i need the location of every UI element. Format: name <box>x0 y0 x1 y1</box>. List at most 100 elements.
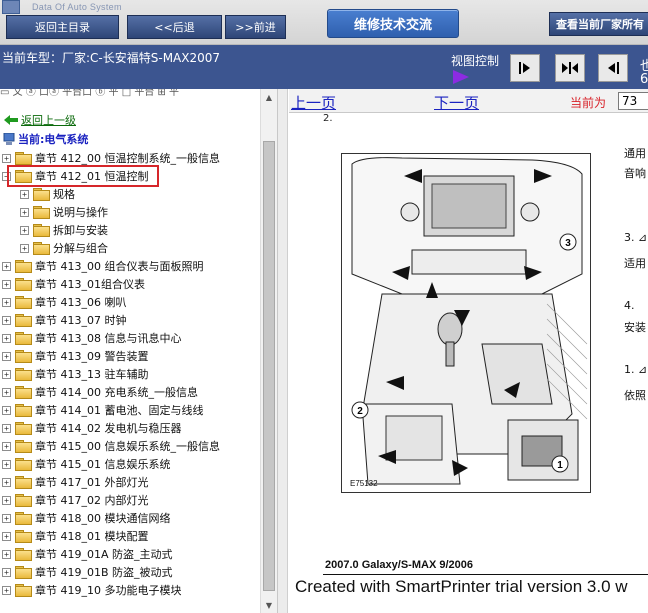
tree-item-chapter[interactable]: + 章节 413_07 时钟 <box>2 311 127 329</box>
back-one-level-link[interactable]: 返回上一级 <box>4 112 76 128</box>
tree-item-chapter[interactable]: + 章节 414_02 发电机与稳压器 <box>2 419 182 437</box>
dashboard-diagram: 3 2 1 E75132 <box>341 153 591 493</box>
expand-icon[interactable]: + <box>2 387 11 397</box>
view-left-button[interactable] <box>598 54 628 82</box>
view-extra-glyph-2: 6 <box>640 72 648 87</box>
tree-item-chapter[interactable]: + 章节 414_00 充电系统_一般信息 <box>2 383 198 401</box>
folder-icon <box>15 584 32 597</box>
tree-item-chapter[interactable]: + 章节 413_13 驻车辅助 <box>2 365 149 383</box>
folder-icon <box>15 368 32 381</box>
tree-item-chapter[interactable]: + 章节 413_06 喇叭 <box>2 293 127 311</box>
tree-item-subsection[interactable]: + 拆卸与安装 <box>20 221 108 239</box>
expand-icon[interactable]: + <box>2 423 11 433</box>
expand-icon[interactable]: + <box>20 207 29 217</box>
expand-icon[interactable]: + <box>2 441 11 451</box>
tree-item-chapter[interactable]: + 章节 418_01 模块配置 <box>2 527 149 545</box>
current-page-label: 当前为 <box>570 96 607 110</box>
expand-icon[interactable]: + <box>2 261 11 271</box>
tree-item-chapter[interactable]: + 章节 413_08 信息与讯息中心 <box>2 329 182 347</box>
folder-icon <box>15 296 32 309</box>
tree-item-chapter[interactable]: + 章节 413_01组合仪表 <box>2 275 145 293</box>
app-logo-icon <box>2 0 20 14</box>
tree-item-chapter[interactable]: + 章节 415_00 信息娱乐系统_一般信息 <box>2 437 220 455</box>
tree-item-subsection[interactable]: + 规格 <box>20 185 75 203</box>
scroll-down-icon[interactable]: ▼ <box>261 597 277 613</box>
next-page-link[interactable]: 下一页 <box>434 92 479 113</box>
back-button[interactable]: <<后退 <box>127 15 222 39</box>
page-number-input[interactable] <box>618 92 648 110</box>
folder-icon <box>15 476 32 489</box>
tree-item-label: 章节 413_09 警告装置 <box>35 350 149 363</box>
tree-item-chapter[interactable]: + 章节 417_02 内部灯光 <box>2 491 149 509</box>
current-model-label: 当前车型：厂家:C-长安福特S-MAX2007 <box>2 51 221 65</box>
expand-icon[interactable]: + <box>2 351 11 361</box>
tree-item-chapter[interactable]: + 章节 419_01A 防盗_主动式 <box>2 545 173 563</box>
expand-icon[interactable]: + <box>2 495 11 505</box>
tree-item-subsection[interactable]: + 说明与操作 <box>20 203 108 221</box>
tree-item-chapter[interactable]: + 章节 419_01B 防盗_被动式 <box>2 563 173 581</box>
expand-icon[interactable]: + <box>2 315 11 325</box>
expand-icon[interactable]: + <box>20 243 29 253</box>
expand-icon[interactable]: + <box>2 153 11 163</box>
scroll-up-icon[interactable]: ▲ <box>261 89 277 105</box>
pager-bar: 上一页 下一页 当前为 <box>289 89 648 113</box>
expand-icon[interactable]: + <box>2 297 11 307</box>
tree-item-chapter[interactable]: + 章节 415_01 信息娱乐系统 <box>2 455 171 473</box>
folder-icon <box>15 548 32 561</box>
folder-icon <box>33 242 50 255</box>
folder-icon <box>33 206 50 219</box>
repair-forum-button[interactable]: 维修技术交流 <box>327 9 459 38</box>
back-arrow-icon <box>4 115 18 125</box>
expand-icon[interactable]: + <box>20 225 29 235</box>
tree-item-label: 说明与操作 <box>53 206 108 219</box>
tree-item-chapter[interactable]: + 章节 417_01 外部灯光 <box>2 473 149 491</box>
tree-item-subsection[interactable]: + 分解与组合 <box>20 239 108 257</box>
expand-icon[interactable]: + <box>2 333 11 343</box>
folder-icon <box>15 332 32 345</box>
expand-icon[interactable]: + <box>2 531 11 541</box>
expand-icon[interactable]: + <box>2 549 11 559</box>
expand-icon[interactable]: + <box>2 477 11 487</box>
panel-splitter[interactable] <box>278 89 288 613</box>
computer-icon <box>3 132 15 145</box>
app-subtitle: Data Of Auto System <box>32 2 122 12</box>
prev-page-link[interactable]: 上一页 <box>291 92 336 113</box>
document-text-line: 4. <box>624 299 635 312</box>
document-text-line: 音响 <box>624 167 646 180</box>
scroll-thumb[interactable] <box>263 141 275 591</box>
expand-icon[interactable]: + <box>2 279 11 289</box>
arrow-right-icon <box>519 62 530 74</box>
home-button[interactable]: 返回主目录 <box>6 15 119 39</box>
callout-1: 1 <box>557 460 563 471</box>
view-right-button[interactable] <box>510 54 540 82</box>
tree-item-label: 章节 414_01 蓄电池、固定与线线 <box>35 404 204 417</box>
expand-icon[interactable]: + <box>2 585 11 595</box>
document-text-line: 适用 <box>624 257 646 270</box>
tree-scrollbar[interactable]: ▲ ▼ <box>260 89 277 613</box>
tree-item-label: 章节 419_01B 防盗_被动式 <box>35 566 173 579</box>
tree-item-chapter[interactable]: + 章节 413_09 警告装置 <box>2 347 149 365</box>
step-number: 2. <box>323 113 333 124</box>
expand-icon[interactable]: + <box>20 189 29 199</box>
view-split-button[interactable] <box>555 54 585 82</box>
tree-item-chapter[interactable]: + 章节 414_01 蓄电池、固定与线线 <box>2 401 204 419</box>
tree-item-chapter[interactable]: + 章节 419_10 多功能电子模块 <box>2 581 182 599</box>
expand-icon[interactable]: + <box>2 405 11 415</box>
tree-item-label: 章节 419_01A 防盗_主动式 <box>35 548 173 561</box>
folder-icon <box>15 260 32 273</box>
folder-icon <box>15 422 32 435</box>
tree-item-chapter[interactable]: + 章节 418_00 模块通信网络 <box>2 509 171 527</box>
tree-item-label: 章节 413_06 喇叭 <box>35 296 127 309</box>
expand-icon[interactable]: + <box>2 369 11 379</box>
expand-icon[interactable]: + <box>2 459 11 469</box>
view-current-maker-button[interactable]: 查看当前厂家所有 <box>549 12 648 36</box>
expand-icon[interactable]: + <box>2 567 11 577</box>
document-view: 2. 3 2 1 E75132 通用 音响 3. ⊿ 适用 4. 安装 1. ⊿… <box>289 113 648 613</box>
forward-button[interactable]: >>前进 <box>225 15 286 39</box>
tree-item-chapter[interactable]: + 章节 413_00 组合仪表与面板照明 <box>2 257 204 275</box>
navigation-tree-panel: ▭ 文 ⓐ 口ⓐ 平台口 ⓑ 平 □ 平台 ⊞ 平 返回上一级 当前:电气系统 … <box>0 89 278 613</box>
tree-item-label: 章节 415_00 信息娱乐系统_一般信息 <box>35 440 220 453</box>
expand-icon[interactable]: + <box>2 513 11 523</box>
callout-2: 2 <box>357 406 363 417</box>
tree-item-label: 章节 413_01组合仪表 <box>35 278 145 291</box>
